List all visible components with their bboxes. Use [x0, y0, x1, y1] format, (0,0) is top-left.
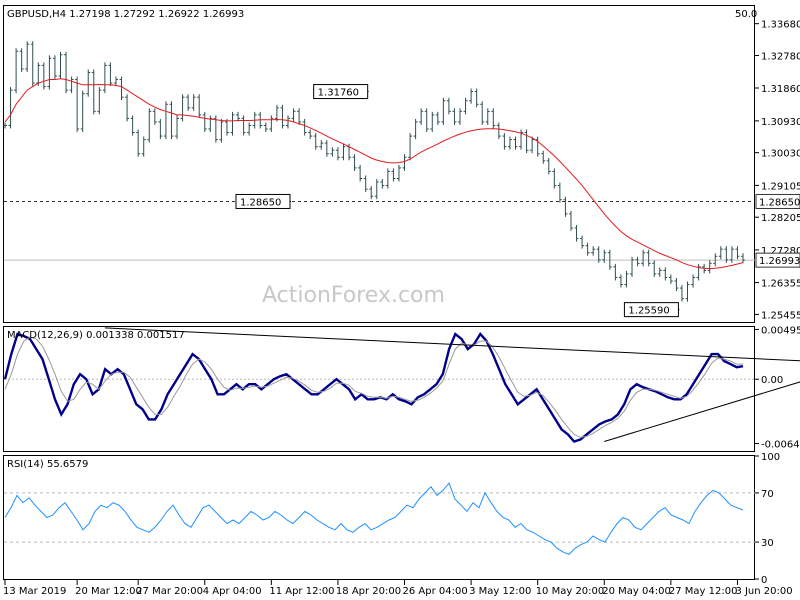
rsi-panel — [3, 455, 755, 580]
x-tick-label: 10 May 20:00 — [536, 586, 605, 597]
price-panel — [3, 5, 755, 323]
y-tick-label: 1.30930 — [761, 117, 800, 128]
rsi-chart-title: RSI(14) 55.6579 — [7, 459, 88, 470]
y-tick-label: 1.26355 — [761, 279, 800, 290]
x-tick-label: 27 May 12:00 — [669, 586, 738, 597]
y-tick-label: 1.28205 — [761, 213, 800, 224]
price-annotation-label: 1.25590 — [628, 306, 669, 317]
y-tick-label: 30 — [761, 538, 774, 549]
price-annotation-label: 1.31760 — [318, 88, 359, 99]
y-tick-label: 0.00 — [761, 375, 783, 386]
x-tick-label: 4 Apr 04:00 — [203, 586, 262, 597]
macd-chart-title: MACD(12,26,9) 0.001338 0.001517 — [7, 330, 185, 341]
y-tick-label: 1.32780 — [761, 51, 800, 62]
price-annotation-label: 1.28650 — [240, 197, 281, 208]
rsi-axis: 100 70 30 0 — [755, 452, 780, 586]
x-tick-label: 27 Mar 20:00 — [136, 586, 203, 597]
y-tick-label: 1.30030 — [761, 149, 800, 160]
price-chart-title: GBPUSD,H4 1.27198 1.27292 1.26922 1.2699… — [7, 9, 244, 20]
x-tick-label: 3 May 12:00 — [469, 586, 531, 597]
time-axis: 13 Mar 2019 20 Mar 12:0027 Mar 20:00 4 Apr… — [3, 580, 793, 597]
y-tick-label: 1.33680 — [761, 20, 800, 31]
x-tick-label: 3 Jun 20:00 — [735, 586, 792, 597]
price-corner-label: 50.0 — [735, 9, 757, 20]
y-tick-label: 0 — [761, 575, 767, 586]
chart-area: ActionForex.com 1.336801.327801.318601.3… — [3, 5, 800, 597]
x-tick-label: 13 Mar 2019 — [3, 586, 66, 597]
x-tick-label: 11 Apr 12:00 — [269, 586, 334, 597]
x-tick-label: 20 May 04:00 — [602, 586, 671, 597]
x-tick-label: 20 Mar 12:00 — [75, 586, 142, 597]
y-tick-label: 70 — [761, 489, 774, 500]
y-tick-label: 1.31860 — [761, 84, 800, 95]
price-axis: 1.33680 1.32780 1.31860 1.30930 1.30030 1.291… — [755, 20, 800, 321]
watermark: ActionForex.com — [262, 283, 445, 308]
macd-axis: 0.004957 0.00 -0.006404 — [755, 325, 800, 451]
x-tick-label: 26 Apr 04:00 — [403, 586, 468, 597]
y-tick-label: 0.004957 — [761, 325, 800, 336]
y-tick-label: -0.006404 — [761, 440, 800, 451]
x-tick-label: 18 Apr 20:00 — [336, 586, 401, 597]
last-price-label: 1.26993 — [759, 256, 800, 267]
support-level-label: 1.28650 — [759, 197, 800, 208]
y-tick-label: 1.25455 — [761, 310, 800, 321]
y-tick-label: 100 — [761, 452, 780, 463]
macd-panel — [3, 326, 755, 452]
y-tick-label: 1.29105 — [761, 181, 800, 192]
